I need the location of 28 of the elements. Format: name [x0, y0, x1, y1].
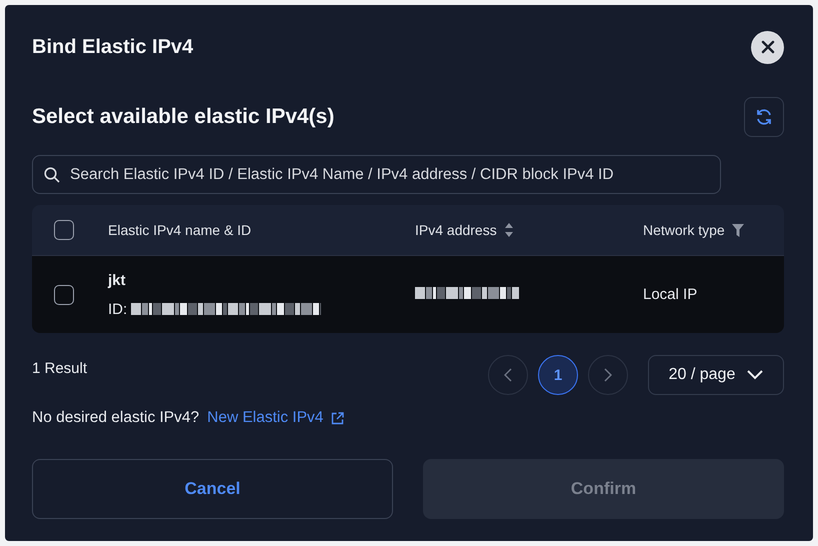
search-icon	[44, 167, 60, 183]
hint-text: No desired elastic IPv4?	[32, 409, 200, 427]
network-type: Local IP	[643, 286, 698, 303]
dialog-title: Bind Elastic IPv4	[32, 36, 194, 58]
result-count: 1 Result	[32, 360, 88, 377]
chevron-right-icon	[604, 368, 612, 382]
refresh-icon	[755, 108, 773, 126]
page-button[interactable]: 1	[538, 355, 578, 395]
close-icon	[760, 40, 774, 54]
sort-icon[interactable]	[504, 222, 514, 238]
checkbox[interactable]	[54, 284, 74, 304]
ip-name: jkt	[108, 272, 127, 288]
page-size-select[interactable]: 20 / page	[648, 355, 784, 395]
external-link-icon[interactable]	[331, 412, 344, 424]
search-field[interactable]: Search Elastic IPv4 ID / Elastic IPv4 Name / IPv4 address / CIDR block IPv4 ID	[32, 155, 721, 194]
id-label: ID:	[108, 300, 128, 318]
chevron-down-icon	[747, 370, 764, 380]
new-ip-link[interactable]: New Elastic IPv4	[207, 409, 324, 427]
close-button[interactable]	[751, 30, 784, 64]
cancel-button[interactable]: Cancel	[32, 459, 393, 519]
column-header: Elastic IPv4 name & ID	[108, 222, 252, 238]
chevron-left-icon	[504, 368, 512, 382]
column-header: IPv4 address	[415, 222, 497, 238]
checkbox[interactable]	[54, 220, 74, 240]
refresh-button[interactable]	[744, 97, 784, 137]
column-header: Network type	[643, 222, 725, 238]
filter-icon[interactable]	[732, 224, 744, 236]
section-title: Select available elastic IPv4(s)	[32, 105, 334, 129]
